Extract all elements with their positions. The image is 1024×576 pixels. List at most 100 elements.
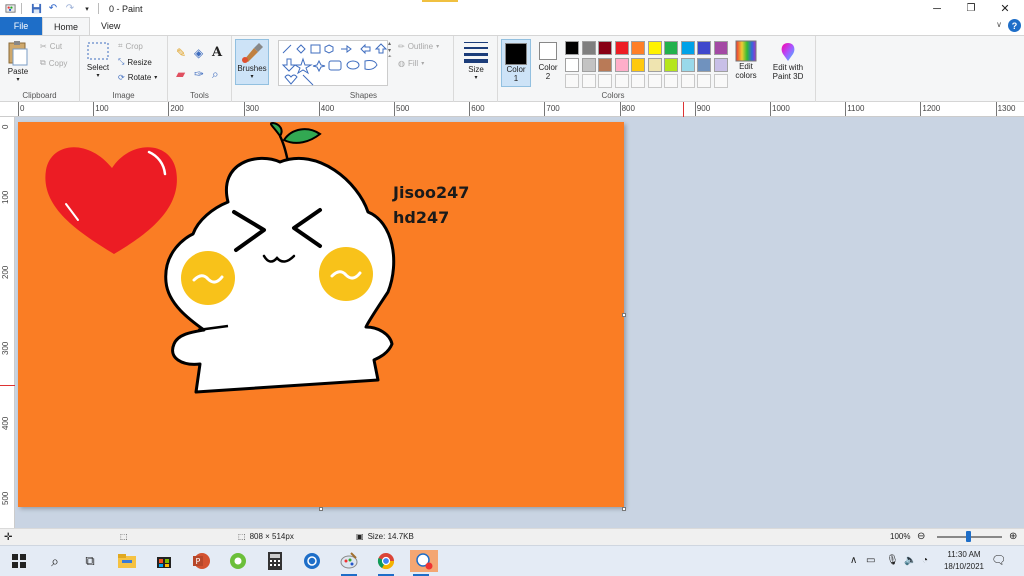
size-button[interactable]: Size ▾ bbox=[460, 39, 492, 81]
palette-swatch[interactable] bbox=[713, 57, 728, 72]
wifi-icon[interactable]: ◔ bbox=[922, 555, 928, 566]
tab-home[interactable]: Home bbox=[42, 17, 91, 35]
paint-taskbar-icon[interactable] bbox=[338, 550, 360, 576]
powerpoint-icon[interactable]: P bbox=[190, 550, 212, 572]
paste-button[interactable]: Paste ▾ bbox=[6, 39, 30, 83]
store-icon[interactable] bbox=[153, 550, 175, 572]
devices-icon[interactable]: ▭ bbox=[866, 555, 875, 566]
palette-custom-slot[interactable] bbox=[631, 74, 645, 88]
minimize-button[interactable]: ─ bbox=[920, 0, 954, 17]
size-dropdown-icon[interactable]: ▾ bbox=[474, 74, 477, 81]
cococ-browser-icon[interactable] bbox=[227, 550, 249, 572]
calculator-icon[interactable] bbox=[264, 550, 286, 572]
color1-button[interactable]: Color 1 bbox=[501, 39, 531, 87]
palette-custom-slot[interactable] bbox=[598, 74, 612, 88]
color2-button[interactable]: Color 2 bbox=[535, 42, 561, 81]
brushes-button[interactable]: Brushes ▾ bbox=[235, 39, 269, 85]
tab-file[interactable]: File bbox=[0, 17, 42, 35]
palette-swatch[interactable] bbox=[713, 41, 728, 55]
task-view-icon[interactable]: ⧉ bbox=[79, 550, 101, 572]
palette-swatch[interactable] bbox=[581, 41, 596, 55]
paste-dropdown-icon[interactable]: ▾ bbox=[16, 76, 19, 83]
shapes-group-label: Shapes bbox=[349, 91, 378, 100]
copy-button[interactable]: ⧉ Copy bbox=[40, 58, 67, 68]
zalo-icon[interactable] bbox=[301, 550, 323, 572]
resize-handle-corner[interactable] bbox=[622, 507, 626, 511]
magnifier-icon[interactable]: ⌕ bbox=[212, 67, 219, 82]
tab-view[interactable]: View bbox=[90, 17, 131, 35]
palette-custom-slot[interactable] bbox=[647, 74, 662, 88]
palette-swatch[interactable] bbox=[697, 57, 711, 72]
file-explorer-icon[interactable] bbox=[116, 550, 138, 572]
palette-swatch[interactable] bbox=[647, 41, 662, 55]
crop-button[interactable]: ⌗ Crop bbox=[118, 41, 143, 51]
fill-bucket-icon[interactable]: ◈ bbox=[194, 46, 203, 60]
palette-swatch[interactable] bbox=[631, 41, 645, 55]
palette-swatch[interactable] bbox=[647, 57, 662, 72]
zoom-in-icon[interactable]: ⊕ bbox=[1009, 531, 1017, 542]
palette-swatch[interactable] bbox=[598, 41, 612, 55]
save-icon[interactable] bbox=[29, 2, 43, 16]
paint-app-icon[interactable] bbox=[3, 2, 17, 16]
snipping-tool-icon[interactable] bbox=[410, 550, 438, 576]
palette-custom-slot[interactable] bbox=[565, 74, 579, 88]
microphone-icon[interactable]: 🎙 bbox=[886, 555, 899, 566]
resize-handle-right[interactable] bbox=[622, 313, 626, 317]
drawing-canvas[interactable]: Jisoo247 hd247 bbox=[18, 122, 624, 507]
fill-button[interactable]: ◍ Fill ▾ bbox=[398, 59, 424, 68]
shapes-gallery[interactable] bbox=[278, 40, 388, 86]
palette-custom-slot[interactable] bbox=[614, 74, 629, 88]
redo-icon[interactable]: ↷ bbox=[63, 2, 77, 16]
palette-swatch[interactable] bbox=[697, 41, 711, 55]
palette-custom-slot[interactable] bbox=[713, 74, 728, 88]
resize-handle-bottom[interactable] bbox=[319, 507, 323, 511]
collapse-ribbon-icon[interactable]: ∨ bbox=[996, 20, 1002, 29]
chrome-icon[interactable] bbox=[375, 550, 397, 576]
resize-button[interactable]: ⤡ Resize bbox=[118, 57, 152, 67]
maximize-button[interactable]: ❐ bbox=[954, 0, 988, 17]
palette-swatch[interactable] bbox=[680, 57, 695, 72]
palette-custom-slot[interactable] bbox=[664, 74, 678, 88]
select-button[interactable]: Select ▾ bbox=[86, 39, 110, 79]
palette-swatch[interactable] bbox=[631, 57, 645, 72]
rotate-dropdown-icon[interactable]: ▾ bbox=[154, 74, 157, 81]
palette-custom-slot[interactable] bbox=[581, 74, 596, 88]
outline-button[interactable]: ✏ Outline ▾ bbox=[398, 42, 439, 51]
eraser-icon[interactable]: ▰ bbox=[176, 67, 185, 81]
zoom-slider-thumb[interactable] bbox=[966, 531, 971, 542]
palette-swatch[interactable] bbox=[680, 41, 695, 55]
palette-swatch[interactable] bbox=[598, 57, 612, 72]
rotate-button[interactable]: ⟳ Rotate ▾ bbox=[118, 73, 157, 82]
palette-swatch[interactable] bbox=[614, 41, 629, 55]
windows-start-icon[interactable] bbox=[8, 550, 30, 572]
ruler-tick-label: 700 bbox=[544, 102, 560, 116]
brushes-dropdown-icon[interactable]: ▾ bbox=[250, 73, 253, 80]
edit-with-paint3d-button[interactable]: Edit with Paint 3D bbox=[766, 41, 810, 81]
palette-custom-slot[interactable] bbox=[697, 74, 711, 88]
edit-colors-button[interactable]: Edit colors bbox=[730, 40, 762, 80]
palette-swatch[interactable] bbox=[664, 57, 678, 72]
palette-swatch[interactable] bbox=[614, 57, 629, 72]
color-picker-icon[interactable]: ✑ bbox=[194, 67, 204, 81]
show-hidden-icons-icon[interactable]: ∧ bbox=[850, 555, 857, 566]
pencil-icon[interactable]: ✎ bbox=[176, 46, 186, 60]
customize-quick-access-icon[interactable]: ▾ bbox=[80, 2, 94, 16]
resize-icon: ⤡ bbox=[118, 57, 125, 66]
volume-icon[interactable]: 🔈 bbox=[904, 555, 916, 566]
palette-swatch[interactable] bbox=[581, 57, 596, 72]
shapes-scroll-icon[interactable]: ▴ ▾ ⩡ bbox=[388, 40, 391, 61]
zoom-out-icon[interactable]: ⊖ bbox=[917, 531, 925, 542]
search-icon[interactable]: ⌕ bbox=[44, 550, 66, 572]
palette-custom-slot[interactable] bbox=[680, 74, 695, 88]
select-dropdown-icon[interactable]: ▾ bbox=[96, 72, 99, 79]
cut-button[interactable]: ✂ Cut bbox=[40, 42, 62, 51]
text-tool-icon[interactable]: A bbox=[212, 45, 222, 60]
palette-swatch[interactable] bbox=[565, 57, 579, 72]
help-button[interactable]: ? bbox=[1008, 19, 1021, 32]
system-clock[interactable]: 11:30 AM 18/10/2021 bbox=[944, 549, 984, 573]
palette-swatch[interactable] bbox=[664, 41, 678, 55]
close-button[interactable]: ✕ bbox=[988, 0, 1022, 17]
palette-swatch[interactable] bbox=[565, 41, 579, 55]
undo-icon[interactable]: ↶ bbox=[46, 2, 60, 16]
notifications-icon[interactable]: 🗨 bbox=[991, 553, 1006, 567]
